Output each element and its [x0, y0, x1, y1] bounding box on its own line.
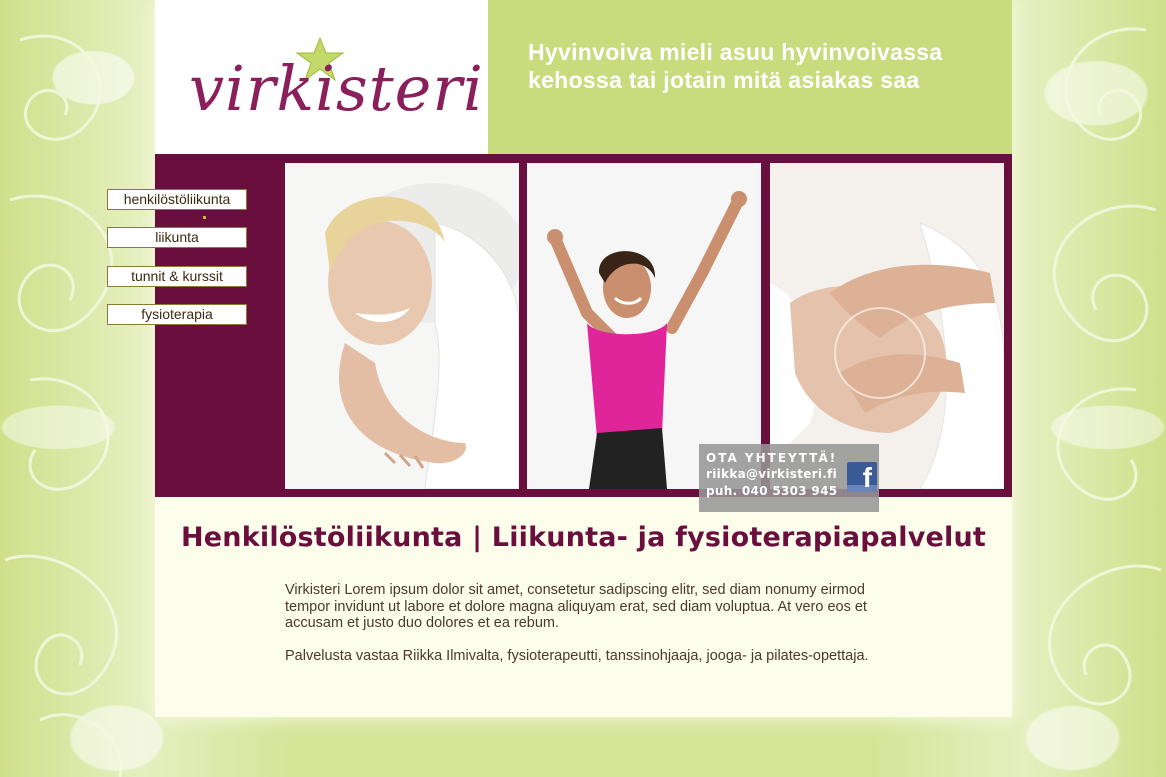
header-tagline-panel: Hyvinvoiva mieli asuu hyvinvoivassa keho…	[488, 0, 1012, 154]
tagline: Hyvinvoiva mieli asuu hyvinvoivassa keho…	[528, 39, 943, 93]
intro-paragraph: Virkisteri Lorem ipsum dolor sit amet, c…	[285, 582, 867, 631]
nav-item-henkilostoliikunta[interactable]: henkilöstöliikunta	[107, 189, 247, 210]
nav-item-liikunta[interactable]: liikunta	[107, 227, 247, 248]
logo-area[interactable]: virkisteri	[155, 0, 488, 154]
hero-banner	[155, 154, 1012, 497]
hero-photo-plank	[285, 163, 519, 489]
page-container: virkisteri Hyvinvoiva mieli asuu hyvinvo…	[155, 0, 1012, 717]
nav-active-indicator	[203, 216, 206, 219]
nav-item-fysioterapia[interactable]: fysioterapia	[107, 304, 247, 325]
responsible-paragraph: Palvelusta vastaa Riikka Ilmivalta, fysi…	[285, 647, 869, 664]
background-ornament-left	[4, 34, 123, 777]
background-ornament-right	[1048, 27, 1162, 706]
nav-item-tunnit-kurssit[interactable]: tunnit & kurssit	[107, 266, 247, 287]
page-title: Henkilöstöliikunta | Liikunta- ja fysiot…	[180, 522, 987, 553]
facebook-icon[interactable]: f	[847, 462, 877, 493]
hero-photo-massage	[770, 163, 1004, 489]
main-content: Virkisteri Lorem ipsum dolor sit amet, c…	[285, 582, 875, 680]
hero-photo-dancer	[527, 163, 761, 489]
logo-text: virkisteri	[189, 52, 484, 125]
contact-box: OTA YHTEYTTÄ! riikka@virkisteri.fi puh. …	[699, 444, 879, 512]
